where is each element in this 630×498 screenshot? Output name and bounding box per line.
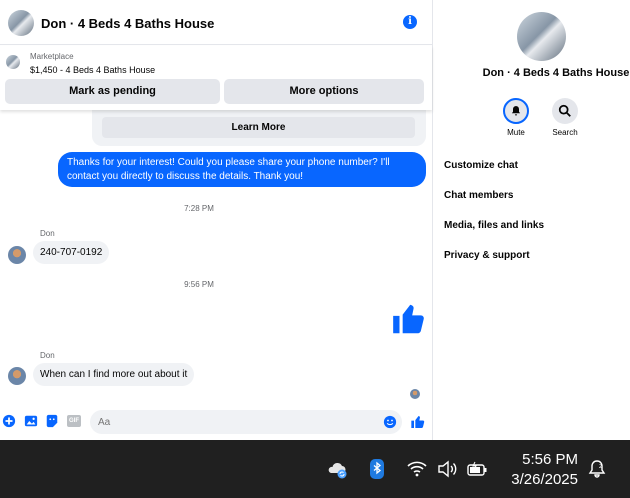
sender-name: Don bbox=[40, 229, 55, 238]
photo-icon[interactable] bbox=[24, 414, 38, 428]
composer: GIF bbox=[0, 405, 432, 440]
clock-time[interactable]: 5:56 PM bbox=[508, 451, 578, 468]
sender-avatar[interactable] bbox=[8, 367, 26, 385]
marketplace-label: Marketplace bbox=[30, 52, 74, 61]
details-panel: Don · 4 Beds 4 Baths House Mute Search C… bbox=[433, 0, 630, 440]
mark-as-pending-button[interactable]: Mark as pending bbox=[5, 79, 220, 104]
incoming-message[interactable]: When can I find more out about it bbox=[33, 363, 195, 386]
message-timestamp: 7:28 PM bbox=[184, 204, 214, 213]
notification-bell-icon[interactable]: z bbox=[586, 458, 608, 480]
onedrive-sync-icon[interactable] bbox=[326, 458, 348, 480]
volume-icon[interactable] bbox=[436, 458, 458, 480]
gif-icon[interactable]: GIF bbox=[67, 415, 81, 427]
wifi-icon[interactable] bbox=[406, 458, 428, 480]
listing-preview-card: Learn More bbox=[92, 108, 426, 146]
menu-chat-members[interactable]: Chat members bbox=[444, 190, 513, 201]
chat-pane: Don · 4 Beds 4 Baths House i Marketplace… bbox=[0, 0, 432, 440]
menu-media-files-links[interactable]: Media, files and links bbox=[444, 220, 544, 231]
listing-title[interactable]: $1,450 - 4 Beds 4 Baths House bbox=[30, 65, 155, 75]
bell-icon bbox=[511, 106, 521, 116]
mute-label: Mute bbox=[507, 128, 525, 137]
chat-header: Don · 4 Beds 4 Baths House i bbox=[0, 0, 432, 45]
sender-avatar[interactable] bbox=[8, 246, 26, 264]
profile-avatar[interactable] bbox=[517, 12, 566, 61]
menu-privacy-support[interactable]: Privacy & support bbox=[444, 250, 530, 261]
conversation-avatar[interactable] bbox=[8, 10, 34, 36]
mute-button[interactable]: Mute bbox=[501, 98, 531, 137]
info-icon[interactable]: i bbox=[403, 15, 417, 29]
more-options-button[interactable]: More options bbox=[224, 79, 424, 104]
clock-date[interactable]: 3/26/2025 bbox=[495, 471, 578, 488]
outgoing-message[interactable]: Thanks for your interest! Could you plea… bbox=[58, 152, 426, 187]
emoji-icon[interactable] bbox=[383, 415, 397, 429]
svg-text:z: z bbox=[599, 463, 602, 470]
search-icon bbox=[558, 104, 571, 117]
plus-icon[interactable] bbox=[2, 414, 16, 428]
listing-thumbnail[interactable] bbox=[6, 55, 20, 69]
seen-indicator-avatar bbox=[410, 389, 420, 399]
message-input[interactable] bbox=[90, 410, 402, 434]
bluetooth-icon[interactable] bbox=[366, 458, 388, 480]
messenger-window: Don · 4 Beds 4 Baths House i Marketplace… bbox=[0, 0, 630, 440]
marketplace-card: Marketplace $1,450 - 4 Beds 4 Baths Hous… bbox=[0, 46, 432, 110]
battery-icon[interactable] bbox=[466, 458, 488, 480]
conversation-title[interactable]: Don · 4 Beds 4 Baths House bbox=[41, 16, 214, 31]
sticker-icon[interactable] bbox=[45, 414, 59, 428]
learn-more-button[interactable]: Learn More bbox=[102, 117, 415, 138]
search-label: Search bbox=[552, 128, 578, 137]
profile-name: Don · 4 Beds 4 Baths House bbox=[482, 67, 630, 79]
incoming-message[interactable]: 240-707-0192 bbox=[33, 241, 110, 264]
thumbs-up-icon[interactable] bbox=[410, 414, 426, 430]
menu-customize-chat[interactable]: Customize chat bbox=[444, 160, 518, 171]
taskbar: 5:56 PM 3/26/2025 z bbox=[0, 440, 630, 498]
search-button[interactable]: Search bbox=[550, 98, 580, 137]
message-timestamp: 9:56 PM bbox=[184, 280, 214, 289]
thumbs-up-icon[interactable] bbox=[390, 300, 428, 338]
sender-name: Don bbox=[40, 351, 55, 360]
